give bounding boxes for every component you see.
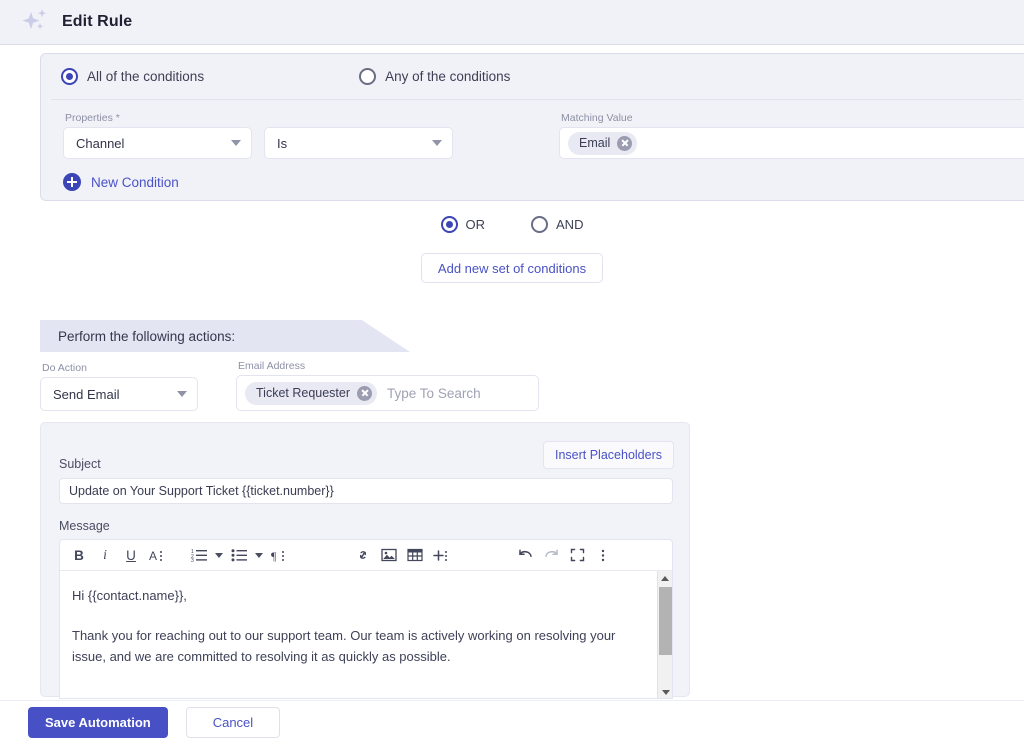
insert-placeholders-button[interactable]: Insert Placeholders	[543, 441, 674, 469]
do-action-label: Do Action	[40, 362, 198, 374]
subject-label: Subject	[59, 457, 101, 471]
radio-any-of-the-conditions[interactable]: Any of the conditions	[359, 68, 510, 85]
do-action-field: Do Action Send Email	[40, 362, 198, 411]
fullscreen-icon[interactable]	[564, 544, 590, 566]
radio-and-indicator[interactable]	[531, 216, 548, 233]
add-set-wrapper: Add new set of conditions	[0, 253, 1024, 283]
operator-field: Is	[264, 127, 453, 159]
editor-toolbar: B i U A 123 ¶	[60, 540, 672, 571]
message-paragraph: Hi {{contact.name}},	[72, 585, 650, 606]
page-title: Edit Rule	[62, 13, 132, 31]
undo-icon[interactable]	[512, 544, 538, 566]
new-condition-button[interactable]: New Condition	[63, 173, 179, 191]
link-icon[interactable]	[350, 544, 376, 566]
message-paragraph: Thank you for reaching out to our suppor…	[72, 625, 650, 667]
operator-select-value: Is	[277, 136, 287, 151]
svg-text:3: 3	[191, 558, 194, 562]
ordered-list-dropdown-icon[interactable]	[212, 544, 226, 566]
property-select[interactable]: Channel	[63, 127, 252, 159]
condition-row: Properties * Channel Is Matching Value E…	[41, 100, 1024, 159]
email-recipient-chip-label: Ticket Requester	[256, 386, 350, 400]
footer-bar: Save Automation Cancel	[0, 700, 1024, 743]
font-format-icon[interactable]: A	[144, 544, 170, 566]
image-icon[interactable]	[376, 544, 402, 566]
property-select-value: Channel	[76, 136, 124, 151]
property-field: Properties * Channel	[63, 112, 252, 159]
svg-text:¶: ¶	[271, 549, 277, 563]
email-address-placeholder: Type To Search	[387, 386, 481, 401]
paragraph-icon[interactable]: ¶	[266, 544, 292, 566]
matching-value-input[interactable]: Email	[559, 127, 1024, 159]
action-row: Do Action Send Email Email Address Ticke…	[40, 360, 539, 411]
unordered-list-dropdown-icon[interactable]	[252, 544, 266, 566]
actions-banner-label: Perform the following actions:	[58, 329, 235, 344]
email-address-field: Email Address Ticket Requester Type To S…	[236, 360, 539, 411]
radio-all-indicator[interactable]	[61, 68, 78, 85]
chevron-down-icon	[432, 140, 442, 146]
cancel-button[interactable]: Cancel	[186, 707, 280, 738]
chevron-down-icon	[177, 391, 187, 397]
svg-text:A: A	[149, 549, 157, 563]
subject-input[interactable]	[59, 478, 673, 504]
more-options-icon[interactable]	[590, 544, 616, 566]
new-condition-label: New Condition	[91, 175, 179, 190]
message-editor: B i U A 123 ¶	[59, 539, 673, 699]
property-field-label: Properties *	[63, 112, 252, 124]
app-header: Edit Rule	[0, 0, 1024, 45]
conditions-panel: All of the conditions Any of the conditi…	[40, 53, 1024, 201]
radio-or-label: OR	[466, 217, 486, 232]
do-action-select[interactable]: Send Email	[40, 377, 198, 411]
scrollbar-up-arrow[interactable]	[658, 571, 672, 585]
save-automation-button[interactable]: Save Automation	[28, 707, 168, 738]
radio-and-label: AND	[556, 217, 583, 232]
message-body[interactable]: Hi {{contact.name}}, Thank you for reach…	[60, 571, 672, 699]
operator-select[interactable]: Is	[264, 127, 453, 159]
insert-icon[interactable]	[428, 544, 454, 566]
email-address-label: Email Address	[236, 360, 539, 372]
unordered-list-icon[interactable]	[226, 544, 252, 566]
radio-any-indicator[interactable]	[359, 68, 376, 85]
italic-icon[interactable]: i	[92, 544, 118, 566]
match-type-row: All of the conditions Any of the conditi…	[51, 54, 1022, 100]
scrollbar-thumb[interactable]	[659, 587, 672, 655]
radio-all-label: All of the conditions	[87, 69, 204, 84]
email-recipient-chip: Ticket Requester	[245, 382, 377, 405]
do-action-value: Send Email	[53, 387, 119, 402]
radio-any-label: Any of the conditions	[385, 69, 510, 84]
radio-all-of-the-conditions[interactable]: All of the conditions	[61, 68, 204, 85]
email-composer-panel: Insert Placeholders Subject Message B i …	[40, 422, 690, 697]
radio-or-indicator[interactable]	[441, 216, 458, 233]
radio-or[interactable]: OR	[441, 216, 486, 233]
matching-value-label: Matching Value	[559, 112, 1024, 124]
condition-set-joiner: OR AND	[0, 216, 1024, 233]
message-label: Message	[59, 519, 110, 533]
table-icon[interactable]	[402, 544, 428, 566]
remove-chip-icon[interactable]	[357, 386, 372, 401]
add-new-set-of-conditions-button[interactable]: Add new set of conditions	[421, 253, 603, 283]
underline-icon[interactable]: U	[118, 544, 144, 566]
matching-value-chip-label: Email	[579, 136, 610, 150]
actions-banner: Perform the following actions:	[40, 320, 410, 352]
redo-icon[interactable]	[538, 544, 564, 566]
chevron-down-icon	[231, 140, 241, 146]
editor-scrollbar[interactable]	[657, 571, 672, 699]
radio-and[interactable]: AND	[531, 216, 583, 233]
ordered-list-icon[interactable]: 123	[186, 544, 212, 566]
matching-value-chip: Email	[568, 132, 637, 155]
plus-circle-icon	[63, 173, 81, 191]
remove-chip-icon[interactable]	[617, 136, 632, 151]
sparkle-icon	[18, 5, 52, 39]
bold-icon[interactable]: B	[66, 544, 92, 566]
email-address-input[interactable]: Ticket Requester Type To Search	[236, 375, 539, 411]
scrollbar-down-arrow[interactable]	[658, 685, 673, 699]
matching-value-field: Matching Value Email	[559, 112, 1024, 159]
